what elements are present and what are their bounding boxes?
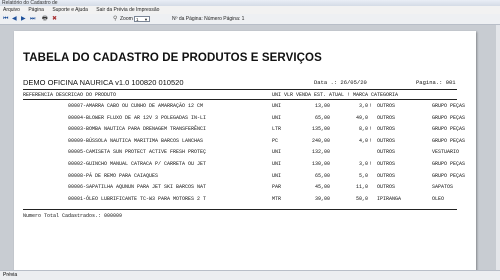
table-row: 00008-PÁ DE REMO PARA CAIAQUES UNI 65,00 5,… (14, 172, 476, 180)
row-description: 00004-BLOWER FLUXO DE AR 12V 3 POLEGADAS… (68, 114, 207, 121)
row-price: 240,00 (311, 137, 330, 144)
table-row: 00001-ÓLEO LUBRIFICANTE TC-W3 PARA MOTOR… (14, 195, 476, 203)
page-info: Nº da Página: Número Página: 1 (172, 16, 245, 22)
zoom-icon: ⚲ (113, 16, 118, 22)
table-row: 00004-BLOWER FLUXO DE AR 12V 3 POLEGADAS… (14, 114, 476, 122)
menu-suporte[interactable]: Suporte e Ajuda (52, 7, 88, 13)
row-flag: ! (369, 126, 373, 133)
footer-rule (23, 209, 457, 210)
row-stock: 3,0 (358, 161, 368, 167)
chevron-down-icon: ▼ (144, 17, 148, 22)
row-description: 00005-CAMISETA SUN PROTECT ACTIVE FRESH … (68, 149, 207, 156)
prev-page-icon[interactable]: ◀ (12, 16, 17, 23)
table-row: 00002-GUINCHO MANUAL CATRACA P/ CARRETA … (14, 160, 476, 168)
row-price: 132,00 (311, 149, 330, 156)
menu-bar: Arquivo Página Suporte e Ajuda Sair da P… (0, 6, 500, 14)
menu-sair[interactable]: Sair da Prévia de Impressão (96, 7, 159, 13)
report-title: TABELA DO CADASTRO DE PRODUTOS E SERVIÇO… (23, 52, 322, 64)
row-brand: OUTROS (377, 103, 396, 109)
row-price: 130,00 (311, 161, 330, 167)
row-price: 39,00 (314, 195, 330, 202)
close-preview-icon[interactable]: ✖ (52, 16, 57, 23)
row-stock: 8,0 (358, 126, 368, 133)
row-unit: UNI (272, 149, 282, 156)
row-stock: 5,0 (358, 172, 368, 179)
row-stock: 3,0 (358, 103, 368, 109)
row-category: GRUPO PEÇAS (432, 114, 466, 121)
row-unit: UNI (272, 114, 282, 121)
row-unit: UNI (272, 172, 282, 179)
report-date: Data .: 26/05/20 (314, 79, 367, 86)
row-description: 00009-BÚSSOLA NAUTICA MARITIMA BARCOS LA… (68, 137, 204, 144)
report-page: TABELA DO CADASTRO DE PRODUTOS E SERVIÇO… (14, 31, 476, 270)
menu-arquivo[interactable]: Arquivo (3, 7, 20, 13)
zoom-label: Zoom (120, 16, 133, 22)
row-brand: OUTROS (377, 114, 396, 121)
row-brand: OUTROS (377, 161, 396, 167)
row-description: 00002-GUINCHO MANUAL CATRACA P/ CARRETA … (68, 161, 207, 167)
row-flag: ! (369, 161, 373, 167)
row-description: 00001-ÓLEO LUBRIFICANTE TC-W3 PARA MOTOR… (68, 195, 207, 202)
row-stock: 50,0 (355, 195, 368, 202)
row-category: GRUPO PEÇAS (432, 172, 466, 179)
status-text: Prévia (3, 272, 18, 278)
row-price: 65,00 (314, 172, 330, 179)
table-row: 00005-CAMISETA SUN PROTECT ACTIVE FRESH … (14, 148, 476, 156)
company-name: DEMO OFICINA NAURICA v1.0 100820 010520 (23, 78, 184, 87)
row-flag: ! (369, 103, 373, 109)
report-page-number: Pagina.: 001 (416, 79, 456, 86)
row-unit: LTR (272, 126, 282, 133)
row-stock: 11,0 (355, 184, 368, 191)
row-category: GRUPO PEÇAS (432, 161, 466, 167)
header-rule-top (23, 89, 457, 90)
row-brand: OUTROS (377, 137, 396, 144)
table-row: 00009-BÚSSOLA NAUTICA MARITIMA BARCOS LA… (14, 137, 476, 145)
row-price: 45,00 (314, 184, 330, 191)
column-header-description: REFERENCIA DESCRICAO DO PRODUTO (23, 92, 117, 98)
row-stock: 49,0 (355, 114, 368, 121)
header-rule-bottom (23, 99, 457, 100)
row-unit: PC (272, 137, 279, 144)
row-category: GRUPO PEÇAS (432, 126, 466, 133)
row-description: 00007-AMARRA CABO OU CUNHO DE AMARRAÇÃO … (68, 103, 204, 109)
row-category: SAPATOS (432, 184, 454, 191)
row-price: 135,00 (311, 126, 330, 133)
row-category: GRUPO PEÇAS (432, 103, 466, 109)
column-header-rest: UNI VLR VENDA EST. ATUAL ! MARCA CATEGOR… (272, 92, 399, 98)
status-bar: Prévia (0, 270, 500, 280)
table-row: 00006-SAPATILHA AQUNUN PARA JET SKI BARC… (14, 183, 476, 191)
toolbar: ⏮ ◀ ▶ ⏭ 🖶 ✖ ⚲ Zoom 1 ▼ Nº da Página: Núme… (0, 14, 500, 25)
preview-viewport[interactable]: TABELA DO CADASTRO DE PRODUTOS E SERVIÇO… (0, 25, 500, 270)
row-stock: 4,0 (358, 137, 368, 144)
row-category: VESTUARIO (432, 149, 460, 156)
next-page-icon[interactable]: ▶ (21, 16, 26, 23)
row-description: 00008-PÁ DE REMO PARA CAIAQUES (68, 172, 159, 179)
row-brand: OUTROS (377, 126, 396, 133)
row-unit: UNI (272, 103, 282, 109)
row-brand: OUTROS (377, 149, 396, 156)
row-brand: IPIRANGA (377, 195, 402, 202)
row-description: 00003-BOMBA NAUTICA PARA DRENAGEM TRANSF… (68, 126, 207, 133)
table-row: 00003-BOMBA NAUTICA PARA DRENAGEM TRANSF… (14, 125, 476, 133)
row-price: 65,00 (314, 114, 330, 121)
zoom-value: 1 (136, 17, 139, 22)
row-unit: UNI (272, 161, 282, 167)
row-description: 00006-SAPATILHA AQUNUN PARA JET SKI BARC… (68, 184, 207, 191)
last-page-icon[interactable]: ⏭ (30, 16, 35, 23)
row-unit: PAR (272, 184, 282, 191)
menu-pagina[interactable]: Página (28, 7, 44, 13)
row-brand: OUTROS (377, 184, 396, 191)
print-icon[interactable]: 🖶 (42, 16, 48, 23)
row-category: OLEO (432, 195, 445, 202)
zoom-select[interactable]: 1 ▼ (134, 16, 150, 22)
row-category: GRUPO PEÇAS (432, 137, 466, 144)
row-price: 13,00 (314, 103, 330, 109)
table-row: 00007-AMARRA CABO OU CUNHO DE AMARRAÇÃO … (14, 102, 476, 110)
vertical-scrollbar[interactable] (496, 25, 500, 270)
row-flag: ! (369, 137, 373, 144)
row-brand: OUTROS (377, 172, 396, 179)
total-count: Numero Total Cadastrados.: 000009 (23, 213, 123, 219)
first-page-icon[interactable]: ⏮ (3, 16, 8, 23)
row-unit: MTR (272, 195, 282, 202)
